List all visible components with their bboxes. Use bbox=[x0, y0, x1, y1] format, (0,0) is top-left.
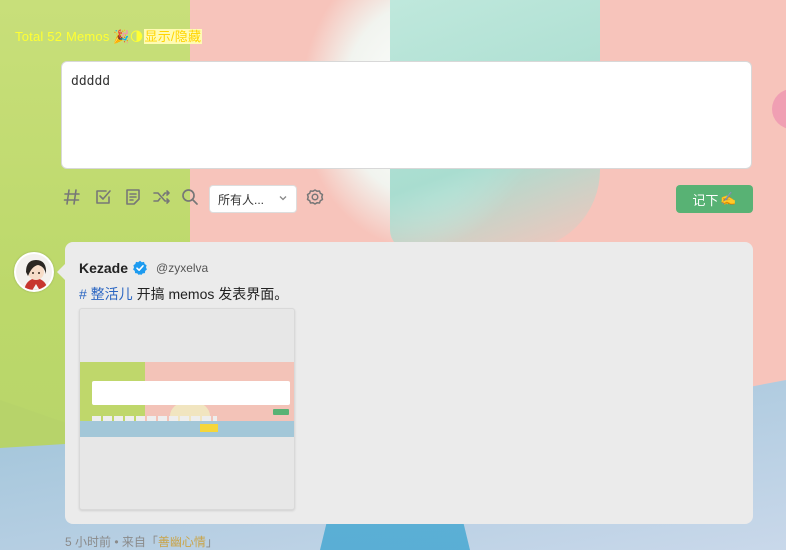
shuffle-icon[interactable] bbox=[151, 186, 173, 208]
theme-toggle-icon[interactable]: 🌗 bbox=[130, 29, 144, 44]
submit-memo-button[interactable]: 记下 ✍️ bbox=[676, 185, 753, 213]
memo-timestamp: 5 小时前 • 来自「 bbox=[65, 535, 158, 549]
memo-total-counter: Total 52 Memos 🎉🌗显示/隐藏 bbox=[15, 26, 203, 45]
party-emoji: 🎉 bbox=[113, 29, 130, 44]
memo-editor-textarea[interactable]: ddddd bbox=[61, 61, 752, 169]
writing-hand-emoji: ✍️ bbox=[720, 191, 737, 206]
memo-content: # 整活儿 开搞 memos 发表界面。 bbox=[79, 284, 288, 304]
gear-icon[interactable] bbox=[304, 186, 326, 208]
submit-label: 记下 bbox=[692, 192, 719, 208]
chevron-down-icon bbox=[278, 193, 288, 206]
search-icon[interactable] bbox=[179, 186, 201, 208]
total-text: Total 52 Memos bbox=[15, 29, 114, 44]
memo-source-link[interactable]: 善幽心情 bbox=[158, 535, 206, 549]
author-name[interactable]: Kezade bbox=[79, 260, 128, 276]
hash-icon[interactable] bbox=[61, 186, 83, 208]
memo-text: 开搞 memos 发表界面。 bbox=[132, 286, 289, 302]
visibility-select[interactable]: 所有人... bbox=[209, 185, 297, 213]
visibility-select-value: 所有人... bbox=[218, 192, 265, 207]
memo-image-thumbnail[interactable] bbox=[79, 308, 295, 510]
memo-header: Kezade @zyxelva bbox=[79, 260, 208, 276]
author-handle[interactable]: @zyxelva bbox=[156, 261, 208, 275]
memo-tag-link[interactable]: # 整活儿 bbox=[79, 286, 133, 302]
editor-toolbar: 所有人... 记下 ✍️ bbox=[61, 184, 753, 214]
show-hide-toggle-link[interactable]: 显示/隐藏 bbox=[143, 29, 203, 44]
memo-meta-end: 」 bbox=[205, 535, 218, 549]
memo-card: Kezade @zyxelva # 整活儿 开搞 memos 发表界面。 bbox=[57, 242, 753, 524]
checkbox-icon[interactable] bbox=[92, 186, 114, 208]
avatar[interactable] bbox=[14, 252, 54, 292]
memo-meta: 5 小时前 • 来自「善幽心情」 bbox=[65, 533, 218, 550]
document-icon[interactable] bbox=[122, 186, 144, 208]
verified-badge-icon bbox=[133, 260, 147, 275]
